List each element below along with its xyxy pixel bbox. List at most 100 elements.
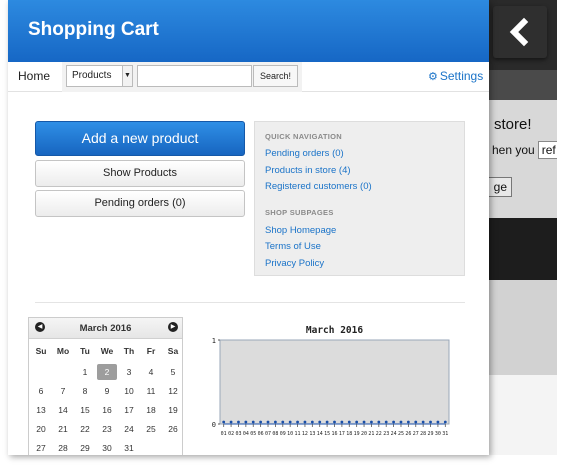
quick-link-registered-customers[interactable]: Registered customers (0) — [265, 181, 372, 192]
calendar-day[interactable]: 19 — [163, 402, 183, 418]
chart-point — [244, 420, 248, 424]
calendar-day[interactable]: 15 — [75, 402, 95, 418]
calendar-day[interactable]: 7 — [53, 383, 73, 399]
chart-x-tick-label: 04 — [243, 431, 249, 437]
chart-x-tick-label: 26 — [405, 431, 411, 437]
background-band-dark — [488, 218, 557, 280]
chart-point — [443, 420, 447, 424]
add-product-button[interactable]: Add a new product — [35, 121, 245, 156]
chart-x-tick-label: 29 — [428, 431, 434, 437]
chart-x-tick-label: 14 — [317, 431, 323, 437]
calendar-day[interactable]: 30 — [97, 440, 117, 455]
calendar-day[interactable]: 8 — [75, 383, 95, 399]
search-input[interactable] — [137, 65, 252, 87]
chart-point — [392, 420, 395, 424]
navbar: Home Products ▼ Search! ⚙ Settings — [8, 62, 489, 92]
settings-link[interactable]: ⚙ Settings — [428, 69, 483, 83]
background-page: store! hen you ref ge — [488, 0, 557, 455]
nav-home-link[interactable]: Home — [18, 69, 50, 83]
calendar-day[interactable]: 21 — [53, 421, 73, 437]
chart-point — [436, 420, 440, 424]
next-month-button[interactable]: ▶ — [168, 322, 178, 332]
background-section-white — [488, 375, 557, 455]
calendar-day[interactable]: 5 — [163, 364, 183, 380]
calendar-day[interactable]: 16 — [97, 402, 117, 418]
chart-x-tick-label: 13 — [309, 431, 315, 437]
chart-point — [362, 420, 366, 424]
subpage-link-shop-homepage[interactable]: Shop Homepage — [265, 225, 336, 236]
calendar-day[interactable]: 4 — [141, 364, 161, 380]
chart-x-tick-label: 25 — [398, 431, 404, 437]
chart-point — [251, 420, 255, 424]
chart-point — [399, 420, 403, 424]
calendar-day[interactable]: 24 — [119, 421, 139, 437]
subpage-link-privacy-policy[interactable]: Privacy Policy — [265, 258, 324, 269]
chart-point — [340, 420, 344, 424]
search-category-value: Products — [72, 70, 112, 81]
calendar-day[interactable]: 31 — [119, 440, 139, 455]
calendar-weekday: Su — [35, 346, 47, 356]
show-products-button[interactable]: Show Products — [35, 160, 245, 187]
calendar-day[interactable]: 6 — [31, 383, 51, 399]
calendar-day[interactable]: 20 — [31, 421, 51, 437]
page-title: Shopping Cart — [28, 19, 159, 40]
calendar-day[interactable]: 18 — [141, 402, 161, 418]
chart-point — [266, 420, 270, 424]
calendar: ◀ March 2016 ▶ Su Mo Tu We Th Fr Sa 1 2 3 4 5 6 7 8 9 10… — [28, 317, 183, 455]
background-section-grey — [488, 280, 557, 375]
quick-link-pending-orders[interactable]: Pending orders (0) — [265, 148, 344, 159]
search-button[interactable]: Search! — [253, 65, 298, 87]
chart-point — [377, 420, 381, 424]
chart-x-tick-label: 15 — [324, 431, 330, 437]
settings-label: Settings — [439, 69, 484, 83]
calendar-day[interactable]: 23 — [97, 421, 117, 437]
chart-x-tick-label: 01 — [221, 431, 227, 437]
pending-orders-button[interactable]: Pending orders (0) — [35, 190, 245, 217]
chevron-left-icon — [509, 17, 529, 47]
calendar-weekday: Th — [123, 346, 135, 356]
quick-navigation-heading: QUICK NAVIGATION — [265, 132, 343, 141]
calendar-weekday: Tu — [80, 346, 90, 356]
calendar-day[interactable]: 2 — [97, 364, 117, 380]
calendar-day[interactable]: 10 — [119, 383, 139, 399]
calendar-day[interactable]: 28 — [53, 440, 73, 455]
calendar-day[interactable]: 11 — [141, 383, 161, 399]
calendar-day[interactable]: 17 — [119, 402, 139, 418]
calendar-day[interactable]: 22 — [75, 421, 95, 437]
calendar-day[interactable]: 3 — [119, 364, 139, 380]
quick-navigation-panel: QUICK NAVIGATION Pending orders (0) Prod… — [254, 121, 465, 276]
shop-subpages-heading: SHOP SUBPAGES — [265, 208, 334, 217]
chart-x-tick-label: 16 — [331, 431, 337, 437]
calendar-day[interactable]: 26 — [163, 421, 183, 437]
back-button[interactable] — [493, 6, 547, 58]
calendar-day[interactable]: 1 — [75, 364, 95, 380]
calendar-day[interactable]: 13 — [31, 402, 51, 418]
shopping-cart-panel: Shopping Cart Home Products ▼ Search! ⚙ S… — [8, 0, 489, 455]
chart-x-tick-label: 07 — [265, 431, 271, 437]
calendar-day[interactable]: 29 — [75, 440, 95, 455]
chart-x-tick-label: 08 — [272, 431, 278, 437]
chart-x-tick-label: 10 — [287, 431, 293, 437]
background-text: hen you ref — [492, 141, 557, 159]
chart-x-tick-label: 12 — [302, 431, 308, 437]
chart-point — [274, 420, 277, 424]
subpage-link-terms-of-use[interactable]: Terms of Use — [265, 241, 321, 252]
chart-x-tick-label: 11 — [295, 431, 301, 437]
chart-point — [229, 420, 233, 424]
search-category-select[interactable]: Products ▼ — [66, 65, 133, 87]
chart-point — [281, 420, 285, 424]
chart-y-tick-label: 0 — [212, 421, 216, 429]
chart-point — [310, 420, 314, 424]
chart-point — [355, 420, 359, 424]
chart-x-tick-label: 19 — [354, 431, 360, 437]
background-button: ge — [488, 177, 512, 197]
calendar-day[interactable]: 12 — [163, 383, 183, 399]
calendar-day[interactable]: 27 — [31, 440, 51, 455]
calendar-day[interactable]: 9 — [97, 383, 117, 399]
chart-point — [406, 420, 410, 424]
calendar-day[interactable]: 14 — [53, 402, 73, 418]
calendar-day[interactable]: 25 — [141, 421, 161, 437]
quick-link-products-in-store[interactable]: Products in store (4) — [265, 165, 351, 176]
chart-point — [421, 420, 425, 424]
chart-point — [318, 420, 322, 424]
